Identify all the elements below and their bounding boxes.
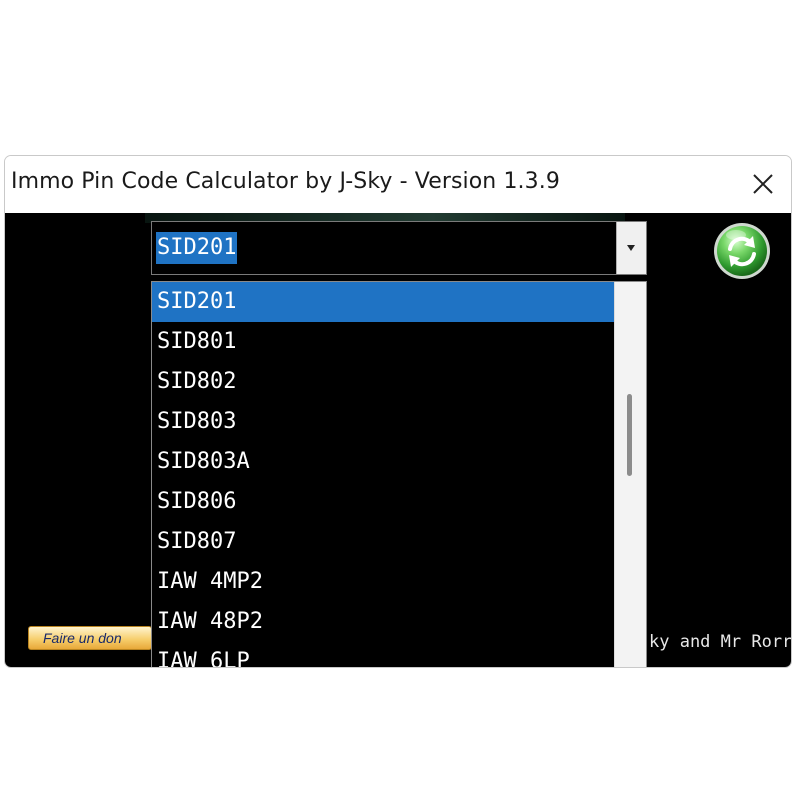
close-icon xyxy=(753,174,773,194)
title-bar: Immo Pin Code Calculator by J-Sky - Vers… xyxy=(5,156,791,213)
client-area: SID201 Faire un don ky and Mr Rorry SID2… xyxy=(5,213,792,667)
dropdown-item[interactable]: SID803 xyxy=(152,402,614,442)
dropdown-item[interactable]: IAW 6LP xyxy=(152,642,614,667)
window-title: Immo Pin Code Calculator by J-Sky - Vers… xyxy=(11,169,560,194)
donate-label: Faire un don xyxy=(43,630,122,646)
combobox-selected-value: SID201 xyxy=(156,232,238,264)
dropdown-item[interactable]: SID801 xyxy=(152,322,614,362)
dropdown-item[interactable]: SID803A xyxy=(152,442,614,482)
dropdown-item[interactable]: SID802 xyxy=(152,362,614,402)
triangle-down-icon xyxy=(627,245,635,251)
dropdown-items: SID201 SID801 SID802 SID803 SID803A SID8… xyxy=(152,282,614,667)
scrollbar-thumb[interactable] xyxy=(627,394,632,476)
donate-button[interactable]: Faire un don xyxy=(28,626,152,650)
refresh-icon xyxy=(714,223,770,279)
dropdown-item[interactable]: SID201 xyxy=(152,282,614,322)
dropdown-item[interactable]: SID806 xyxy=(152,482,614,522)
credits-text: ky and Mr Rorry xyxy=(649,632,792,652)
refresh-button[interactable] xyxy=(712,221,772,281)
dropdown-item[interactable]: IAW 48P2 xyxy=(152,602,614,642)
dropdown-item[interactable]: SID807 xyxy=(152,522,614,562)
ecu-type-dropdown-list[interactable]: SID201 SID801 SID802 SID803 SID803A SID8… xyxy=(151,281,647,667)
dropdown-scrollbar[interactable] xyxy=(614,282,646,667)
close-button[interactable] xyxy=(745,166,781,202)
ecu-type-combobox[interactable]: SID201 xyxy=(151,221,647,275)
dropdown-item[interactable]: IAW 4MP2 xyxy=(152,562,614,602)
app-window: Immo Pin Code Calculator by J-Sky - Vers… xyxy=(4,155,792,668)
combobox-dropdown-button[interactable] xyxy=(616,222,646,274)
